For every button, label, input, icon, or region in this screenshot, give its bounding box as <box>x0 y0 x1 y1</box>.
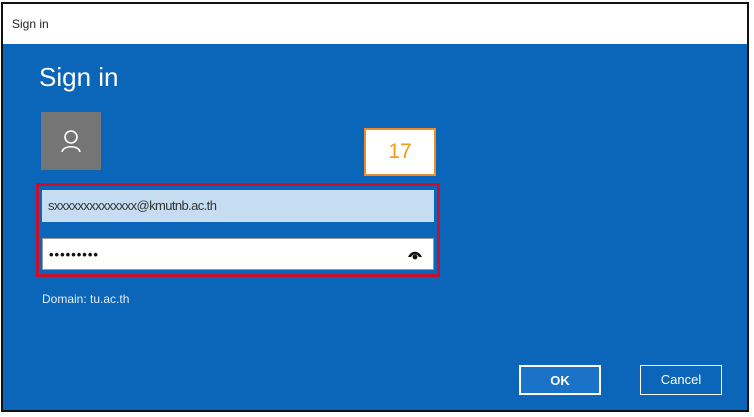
password-masked-value: ••••••••• <box>49 247 99 262</box>
sign-in-window: Sign in Sign in 17 sxxxxxxxxxxxxxx@kmutn… <box>1 2 749 412</box>
step-number-badge: 17 <box>364 128 436 176</box>
domain-label: Domain: tu.ac.th <box>42 292 130 306</box>
password-field[interactable]: ••••••••• <box>42 238 434 270</box>
user-avatar <box>41 112 101 170</box>
username-field[interactable]: sxxxxxxxxxxxxxx@kmutnb.ac.th <box>42 190 434 222</box>
ok-button[interactable]: OK <box>519 365 601 395</box>
window-title: Sign in <box>12 17 49 31</box>
title-bar: Sign in <box>3 4 747 44</box>
dialog-heading: Sign in <box>39 62 119 92</box>
cancel-button[interactable]: Cancel <box>640 365 722 395</box>
eye-icon[interactable] <box>407 249 423 261</box>
user-icon <box>61 130 81 153</box>
